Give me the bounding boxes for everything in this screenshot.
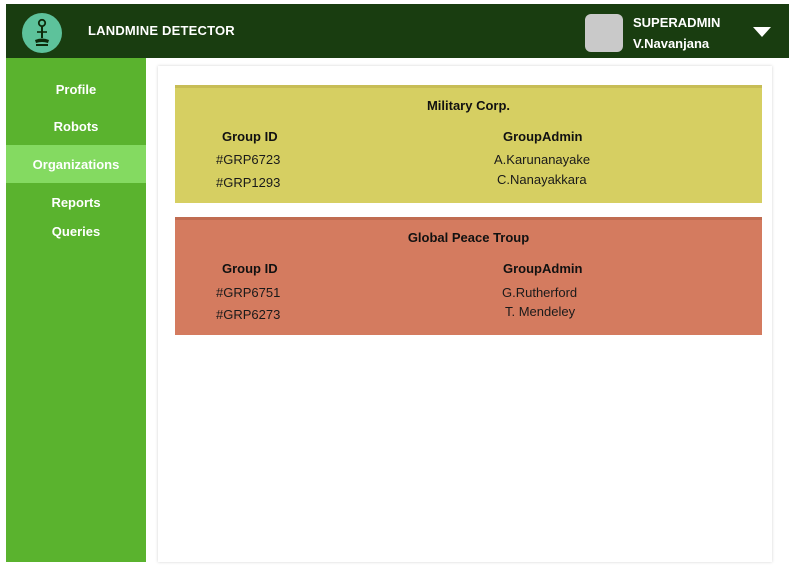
sidebar-item-label: Organizations xyxy=(32,156,120,172)
column-header-group-id: Group ID xyxy=(222,129,278,144)
sidebar-item-robots[interactable]: Robots xyxy=(6,107,146,145)
sidebar-item-queries[interactable]: Queries xyxy=(6,212,146,250)
sidebar: Profile Robots Organizations Reports Que… xyxy=(6,58,146,562)
organization-name: Military Corp. xyxy=(426,98,511,113)
group-id-cell: #GRP6751 xyxy=(216,285,281,300)
top-bar: LANDMINE DETECTOR SUPERADMIN V.Navanjana xyxy=(6,4,789,58)
group-admin-cell: A.Karunanayake xyxy=(494,152,591,167)
column-header-group-admin: GroupAdmin xyxy=(503,129,583,144)
app-frame: LANDMINE DETECTOR SUPERADMIN V.Navanjana… xyxy=(6,4,789,562)
organization-card-military-corp[interactable]: Military Corp. Group ID GroupAdmin #GRP6… xyxy=(175,85,762,203)
organization-name: Global Peace Troup xyxy=(407,230,530,245)
app-title: LANDMINE DETECTOR xyxy=(88,23,235,38)
landmine-detector-logo-icon[interactable] xyxy=(22,13,62,53)
user-role: SUPERADMIN xyxy=(633,15,721,30)
caret-down-icon[interactable] xyxy=(751,24,773,40)
sidebar-item-profile[interactable]: Profile xyxy=(6,70,146,108)
sidebar-item-label: Reports xyxy=(51,194,101,210)
column-header-group-id: Group ID xyxy=(222,261,278,276)
organization-card-global-peace-troup[interactable]: Global Peace Troup Group ID GroupAdmin #… xyxy=(175,217,762,335)
sidebar-item-label: Profile xyxy=(55,81,97,97)
group-id-cell: #GRP1293 xyxy=(216,175,281,190)
sidebar-item-label: Robots xyxy=(53,118,99,134)
user-name: V.Navanjana xyxy=(633,36,710,51)
group-id-cell: #GRP6723 xyxy=(216,152,281,167)
group-admin-cell: T. Mendeley xyxy=(505,304,576,319)
sidebar-item-label: Queries xyxy=(51,223,101,239)
group-admin-cell: C.Nanayakkara xyxy=(497,172,587,187)
group-id-cell: #GRP6273 xyxy=(216,307,281,322)
column-header-group-admin: GroupAdmin xyxy=(503,261,583,276)
group-admin-cell: G.Rutherford xyxy=(502,285,578,300)
sidebar-item-organizations[interactable]: Organizations xyxy=(6,145,146,183)
avatar[interactable] xyxy=(585,14,623,52)
